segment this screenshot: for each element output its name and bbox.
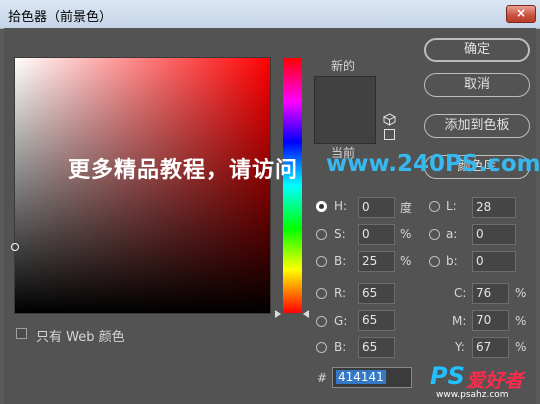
- a-field[interactable]: 0: [472, 224, 516, 245]
- rgb-b-field[interactable]: 65: [358, 337, 395, 358]
- b-unit: %: [400, 254, 412, 268]
- cancel-button[interactable]: 取消: [424, 73, 530, 97]
- m-unit: %: [515, 314, 527, 328]
- new-color-label: 新的: [331, 59, 356, 73]
- hue-slider[interactable]: [283, 58, 302, 313]
- h-radio[interactable]: [316, 201, 327, 212]
- hex-label: #: [317, 371, 328, 385]
- add-to-swatches-button[interactable]: 添加到色板: [424, 114, 530, 138]
- color-field-cursor[interactable]: [11, 243, 19, 251]
- title-bar: 拾色器（前景色） ×: [0, 0, 540, 29]
- lab-b-label: b:: [446, 254, 458, 268]
- close-button[interactable]: ×: [506, 5, 536, 23]
- h-unit: 度: [400, 201, 413, 215]
- s-label: S:: [334, 227, 346, 241]
- web-colors-label: 只有 Web 颜色: [36, 330, 125, 345]
- m-field[interactable]: 70: [472, 310, 509, 331]
- cube-icon[interactable]: [383, 113, 396, 126]
- lab-b-radio[interactable]: [429, 256, 440, 267]
- hex-field[interactable]: 414141: [332, 367, 412, 388]
- watermark-url: www.240PS.com: [326, 151, 540, 177]
- window-title: 拾色器（前景色）: [8, 10, 113, 25]
- s-field[interactable]: 0: [358, 224, 395, 245]
- hue-slider-handle-left-icon[interactable]: [275, 310, 281, 318]
- site-logo-cn: 爱好者: [466, 370, 524, 392]
- a-label: a:: [446, 227, 458, 241]
- rgb-b-radio[interactable]: [316, 342, 327, 353]
- c-label: C:: [454, 286, 467, 300]
- l-radio[interactable]: [429, 201, 440, 212]
- hue-slider-handle-right-icon[interactable]: [303, 310, 309, 318]
- a-radio[interactable]: [429, 229, 440, 240]
- l-label: L:: [446, 199, 457, 213]
- g-field[interactable]: 65: [358, 310, 395, 331]
- c-field[interactable]: 76: [472, 283, 509, 304]
- r-radio[interactable]: [316, 288, 327, 299]
- m-label: M:: [452, 314, 467, 328]
- g-radio[interactable]: [316, 316, 327, 327]
- r-label: R:: [334, 286, 347, 300]
- new-color-swatch: [314, 76, 376, 111]
- web-safe-swatch-icon[interactable]: [384, 129, 395, 140]
- s-radio[interactable]: [316, 229, 327, 240]
- y-unit: %: [515, 340, 527, 354]
- site-logo-ps: PS: [430, 362, 465, 390]
- h-label: H:: [334, 199, 348, 213]
- c-unit: %: [515, 286, 527, 300]
- b-field[interactable]: 25: [358, 251, 395, 272]
- color-field[interactable]: [14, 57, 271, 314]
- rgb-b-label: B:: [334, 340, 347, 354]
- ok-button[interactable]: 确定: [424, 38, 530, 62]
- r-field[interactable]: 65: [358, 283, 395, 304]
- b-label: B:: [334, 254, 347, 268]
- site-logo-url: www.psahz.com: [436, 390, 509, 400]
- lab-b-field[interactable]: 0: [472, 251, 516, 272]
- current-color-swatch[interactable]: [314, 110, 376, 144]
- g-label: G:: [334, 314, 348, 328]
- l-field[interactable]: 28: [472, 197, 516, 218]
- hex-value: 414141: [336, 370, 386, 384]
- watermark-text: 更多精品教程，请访问: [68, 158, 299, 183]
- y-field[interactable]: 67: [472, 337, 509, 358]
- web-colors-checkbox[interactable]: [16, 328, 27, 339]
- s-unit: %: [400, 227, 412, 241]
- h-field[interactable]: 0: [358, 197, 395, 218]
- b-radio[interactable]: [316, 256, 327, 267]
- y-label: Y:: [455, 340, 465, 354]
